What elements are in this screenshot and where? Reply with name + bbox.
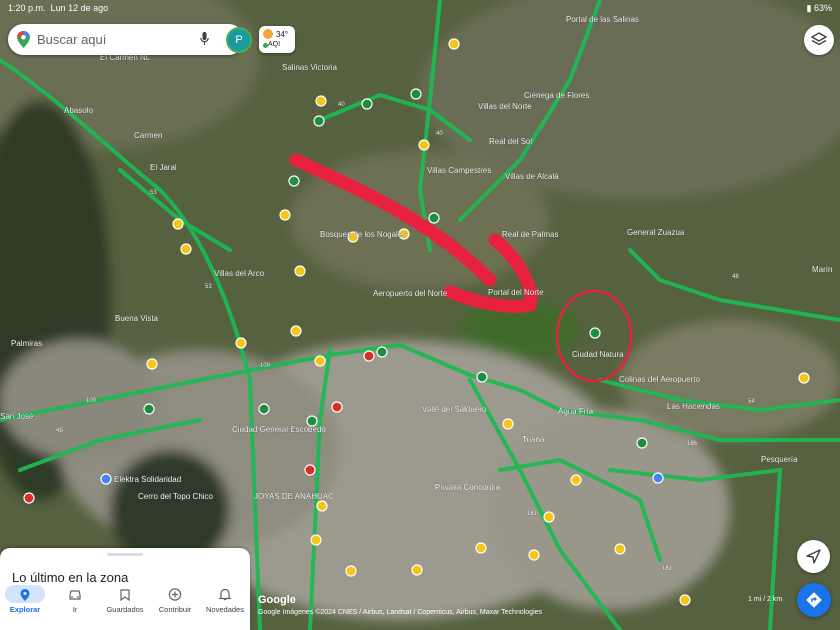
road-number: 53 [205, 284, 212, 290]
map-label: JOYAS DE ANÁHUAC [254, 492, 334, 501]
plus-circle-icon [168, 588, 182, 606]
navigation-arrow-icon [806, 549, 821, 564]
road-number: 45 [56, 428, 63, 434]
map-label: Ciudad Natura [572, 350, 624, 359]
directions-button[interactable] [797, 583, 831, 617]
bell-icon [218, 588, 232, 606]
road-number: 100 [86, 398, 97, 404]
microphone-icon[interactable] [200, 32, 209, 51]
map-label: Portal de las Salinas [566, 15, 639, 24]
map-label: Portal del Norte [488, 288, 544, 297]
layers-button[interactable] [804, 25, 834, 55]
car-icon [68, 588, 82, 606]
road-number: 48 [732, 274, 739, 280]
pin-icon [20, 588, 30, 606]
directions-icon [806, 592, 822, 608]
road-number: 186 [687, 441, 698, 447]
map-label: Carmen [134, 131, 162, 140]
nav-label: Explorar [9, 605, 41, 614]
status-bar: 1:20 p.m. Lun 12 de ago ▮ 63% [0, 0, 840, 16]
map-label: Villas de Alcalá [505, 172, 559, 181]
status-time: 1:20 p.m. Lun 12 de ago [8, 3, 109, 13]
weather-chip[interactable]: 34° AQI [259, 26, 295, 53]
map-label: Valle del Salduero [422, 405, 487, 414]
map-label: Pesquería [761, 455, 798, 464]
map-label: Villas del Norte [478, 102, 532, 111]
map-label: Marín [812, 265, 832, 274]
search-bar[interactable]: Buscar aquí P [8, 24, 252, 55]
road-number: 40 [436, 131, 443, 137]
road-number: 181 [527, 511, 538, 517]
map-label: Villas del Arco [214, 269, 265, 278]
nav-item-guardados[interactable]: Guardados [100, 583, 150, 630]
map-label: Real de Palmas [502, 230, 558, 239]
map-label: Triana [522, 435, 545, 444]
my-location-button[interactable] [797, 540, 830, 573]
map-label: Ciudad General Escobedo [232, 425, 326, 434]
road-number: 53 [150, 190, 157, 196]
nav-item-novedades[interactable]: Novedades [200, 583, 250, 630]
layers-icon [811, 32, 827, 46]
avatar[interactable]: P [226, 27, 252, 53]
nav-label: Novedades [206, 605, 244, 614]
satellite-map[interactable]: Portal de las Salinas El Carmen NL Salin… [0, 0, 840, 630]
map-label: Palmiras [11, 339, 42, 348]
map-label: Aeropuerto del Norte [373, 289, 448, 298]
map-label: Abasolo [64, 106, 93, 115]
road-number: 40 [338, 102, 345, 108]
scale-bar: 1 mi / 2 km [748, 596, 783, 603]
map-attribution: Google Imágenes ©2024 CNES / Airbus, Lan… [258, 609, 543, 616]
map-label: Cerro del Topo Chico [138, 492, 214, 501]
weather-temperature: 34° [276, 30, 289, 39]
map-label: Las Haciendas [667, 402, 720, 411]
map-label: Elektra Solidaridad [114, 475, 181, 484]
map-label: Real del Sol [489, 137, 532, 146]
nav-label: Guardados [106, 605, 144, 614]
sheet-handle[interactable] [107, 553, 143, 556]
road-number: 100 [260, 363, 271, 369]
map-label: General Zuazua [627, 228, 685, 237]
road-number: 181 [662, 566, 673, 572]
map-label: Bosques de los Nogales [320, 230, 406, 239]
maps-pin-logo-icon [17, 31, 30, 53]
road-number: 54 [748, 399, 755, 405]
google-logo: Google [258, 594, 296, 606]
nav-item-explorar[interactable]: Explorar [0, 583, 50, 630]
map-label: El Jaral [150, 163, 177, 172]
nav-label: Ir [72, 605, 78, 614]
search-input[interactable]: Buscar aquí [37, 32, 106, 47]
map-label: San José [0, 412, 34, 421]
nav-item-ir[interactable]: Ir [50, 583, 100, 630]
bookmark-icon [120, 588, 130, 606]
bottom-navigation: Explorar Ir Guardados Contribuir Novedad… [0, 583, 250, 630]
nav-label: Contribuir [158, 605, 192, 614]
battery-icon: ▮ [806, 3, 812, 13]
map-label: Salinas Victoria [282, 63, 338, 72]
map-label: Colinas del Aeropuerto [619, 375, 700, 384]
map-label: Agua Fría [558, 407, 594, 416]
nav-item-contribuir[interactable]: Contribuir [150, 583, 200, 630]
map-label: Buena Vista [115, 314, 159, 323]
map-label: Privalia Concordia [435, 483, 500, 492]
battery-indicator: ▮ 63% [806, 3, 832, 13]
weather-aqi: AQI [268, 41, 281, 48]
map-label: Villas Campestres [427, 166, 491, 175]
weather-sun-icon [263, 29, 273, 39]
map-label: Ciénega de Flores [524, 91, 589, 100]
